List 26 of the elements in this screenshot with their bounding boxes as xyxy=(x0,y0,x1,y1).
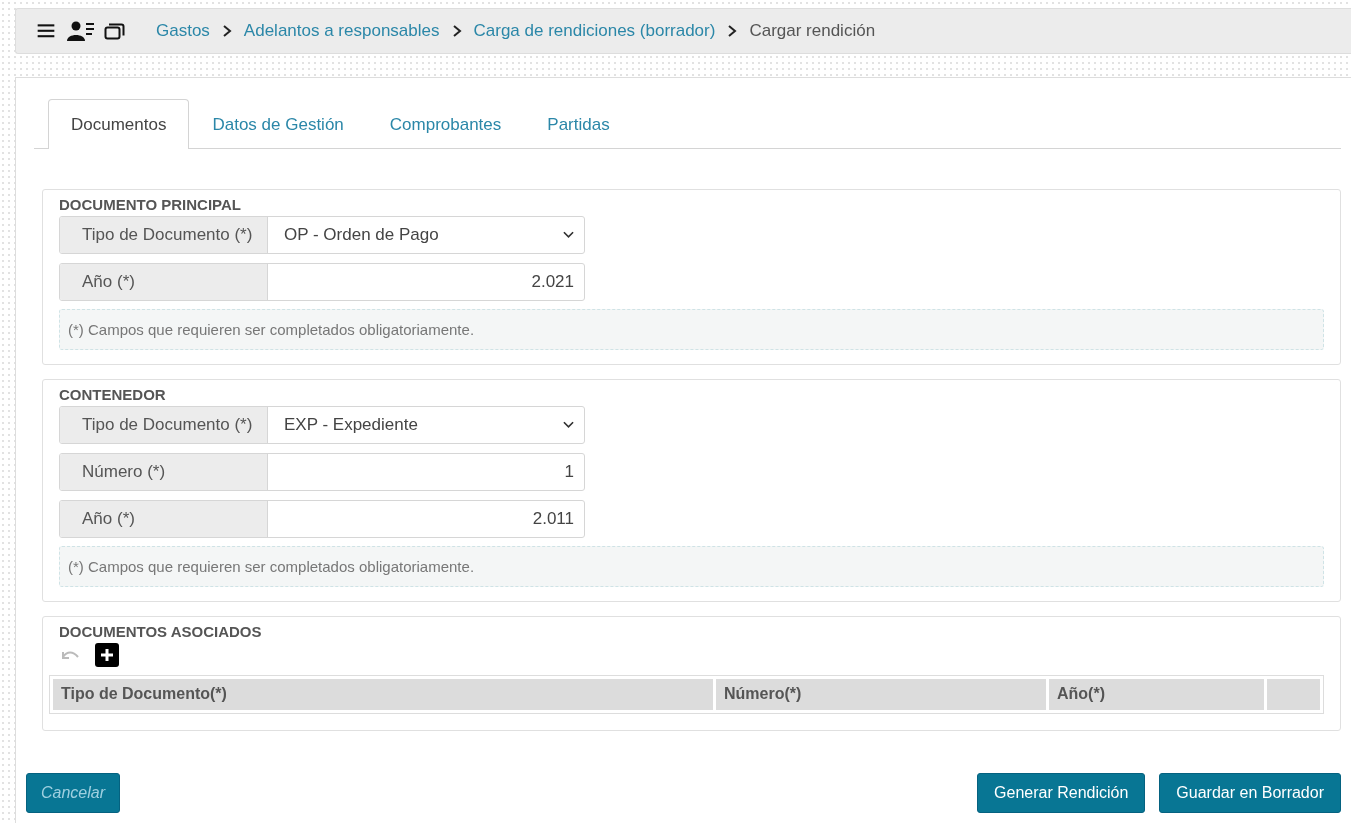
action-button[interactable]: Generar Rendición xyxy=(977,773,1146,813)
column-header: Número(*) xyxy=(716,679,1046,710)
action-button[interactable]: Guardar en Borrador xyxy=(1159,773,1341,813)
tab[interactable]: Datos de Gestión xyxy=(189,99,367,149)
section-title: DOCUMENTOS ASOCIADOS xyxy=(59,623,263,640)
windows-icon[interactable] xyxy=(104,21,126,41)
cancel-button[interactable]: Cancelar xyxy=(26,773,121,813)
tab[interactable]: Documentos xyxy=(48,99,190,149)
breadcrumb-link[interactable]: Adelantos a responsables xyxy=(243,21,440,41)
section-title: CONTENEDOR xyxy=(59,386,167,403)
tab[interactable]: Partidas xyxy=(524,99,633,149)
chevron-icon xyxy=(727,25,738,37)
user-list-icon[interactable] xyxy=(66,20,96,42)
breadcrumb-link[interactable]: Carga de rendiciones (borrador) xyxy=(473,21,716,41)
column-header: Año(*) xyxy=(1049,679,1264,710)
required-note: (*) Campos que requieren ser completados obligatoriamente. xyxy=(59,309,1324,350)
column-header: Tipo de Documento(*) xyxy=(53,679,713,710)
breadcrumb-current: Cargar rendición xyxy=(749,21,876,41)
section-title: DOCUMENTO PRINCIPAL xyxy=(59,196,242,213)
required-note: (*) Campos que requieren ser completados obligatoriamente. xyxy=(59,546,1324,587)
add-icon[interactable] xyxy=(95,643,119,667)
tab[interactable]: Comprobantes xyxy=(366,99,525,149)
column-header xyxy=(1267,679,1320,710)
chevron-icon xyxy=(221,25,232,37)
breadcrumb-link[interactable]: Gastos xyxy=(156,21,210,41)
chevron-icon xyxy=(451,25,462,37)
